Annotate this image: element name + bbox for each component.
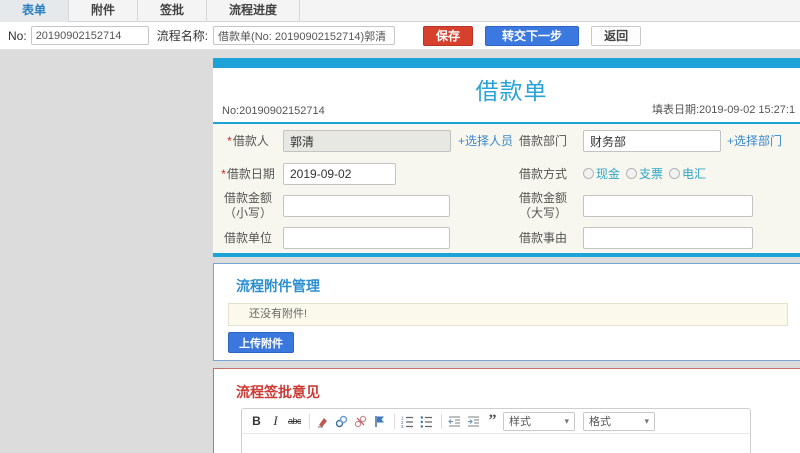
toolbar-separator xyxy=(441,413,442,429)
required-marker: * xyxy=(221,167,226,181)
tab-approval[interactable]: 签批 xyxy=(138,0,208,22)
anchor-flag-icon[interactable] xyxy=(371,413,388,430)
divider xyxy=(213,253,800,257)
department-label: 借款部门 xyxy=(518,134,567,148)
form-number-text: No:20190902152714 xyxy=(222,105,325,117)
tab-process-progress[interactable]: 流程进度 xyxy=(207,0,301,22)
indent-icon[interactable] xyxy=(465,413,482,430)
link-icon[interactable] xyxy=(333,413,350,430)
amount-uppercase-label: 借款金额（大写） xyxy=(518,191,567,220)
borrower-input[interactable] xyxy=(283,130,451,152)
no-attachments-notice: 还没有附件! xyxy=(228,303,788,326)
toolbar-row: No: 流程名称: 保存 转交下一步 返回 xyxy=(0,22,800,50)
save-button[interactable]: 保存 xyxy=(423,25,474,46)
blockquote-icon[interactable]: ” xyxy=(484,413,501,430)
required-marker: * xyxy=(227,134,232,148)
amount-lowercase-input[interactable] xyxy=(283,195,450,217)
unlink-icon[interactable] xyxy=(352,413,369,430)
radio-icon[interactable] xyxy=(669,168,681,179)
loan-reason-input[interactable] xyxy=(583,227,753,249)
no-label: No: xyxy=(8,28,27,43)
radio-icon[interactable] xyxy=(583,168,594,179)
attachments-section-title: 流程附件管理 xyxy=(236,278,320,294)
back-button[interactable]: 返回 xyxy=(591,25,642,46)
numbered-list-icon[interactable]: 123 xyxy=(399,413,416,430)
loan-date-input[interactable] xyxy=(283,163,396,185)
loan-method-radio-group: 现金 支票 电汇 xyxy=(583,165,712,182)
rich-text-editor: B I abc 123 ” 样式 ▾ 格式 ▾ xyxy=(241,408,751,453)
radio-icon[interactable] xyxy=(626,168,638,179)
loan-date-label: *借款日期 xyxy=(221,167,275,181)
form-header: 借款单 No:20190902152714 填表日期:2019-09-02 15… xyxy=(213,68,800,122)
loan-method-label: 借款方式 xyxy=(518,167,567,181)
select-department-link[interactable]: +选择部门 xyxy=(727,130,782,152)
form-date-text: 填表日期:2019-09-02 15:27:1 xyxy=(652,104,796,116)
loan-unit-input[interactable] xyxy=(283,227,450,249)
italic-icon[interactable]: I xyxy=(267,413,284,430)
process-name-label: 流程名称: xyxy=(156,29,209,43)
borrower-label: *借款人 xyxy=(227,134,269,148)
radio-wire-transfer[interactable]: 电汇 xyxy=(669,165,706,182)
panel-top-bar xyxy=(213,58,800,68)
process-name-input[interactable] xyxy=(213,26,396,45)
approval-section-title: 流程签批意见 xyxy=(236,384,320,400)
format-dropdown[interactable]: 格式 ▾ xyxy=(583,411,655,431)
amount-lowercase-label: 借款金额（小写） xyxy=(223,191,272,220)
select-person-link[interactable]: +选择人员 xyxy=(458,130,513,152)
chevron-down-icon: ▾ xyxy=(644,415,649,426)
no-input[interactable] xyxy=(30,26,149,45)
style-dropdown[interactable]: 样式 ▾ xyxy=(503,411,575,431)
department-input[interactable] xyxy=(583,130,721,152)
radio-cash[interactable]: 现金 xyxy=(583,165,620,182)
form-fields-area: *借款人 +选择人员 借款部门 +选择部门 *借款日期 借款方式 现金 支票 电… xyxy=(213,124,800,253)
attachments-panel: 流程附件管理 还没有附件! 上传附件 xyxy=(213,263,800,361)
chevron-down-icon: ▾ xyxy=(564,415,569,426)
outdent-icon[interactable] xyxy=(446,413,463,430)
upload-attachment-button[interactable]: 上传附件 xyxy=(228,332,294,353)
amount-uppercase-input[interactable] xyxy=(583,195,753,217)
strikethrough-icon[interactable]: abc xyxy=(286,413,303,430)
remove-format-icon[interactable] xyxy=(314,413,331,430)
bold-icon[interactable]: B xyxy=(248,413,265,430)
tab-attachments[interactable]: 附件 xyxy=(69,0,139,22)
svg-text:3: 3 xyxy=(401,424,404,428)
loan-reason-label: 借款事由 xyxy=(518,231,567,245)
tab-form[interactable]: 表单 xyxy=(0,0,70,22)
editor-toolbar: B I abc 123 ” 样式 ▾ 格式 ▾ xyxy=(242,409,750,434)
toolbar-separator xyxy=(394,413,395,429)
tab-bar: 表单 附件 签批 流程进度 xyxy=(0,0,800,22)
editor-content-area[interactable] xyxy=(242,434,750,453)
loan-unit-label: 借款单位 xyxy=(223,231,272,245)
forward-next-step-button[interactable]: 转交下一步 xyxy=(485,25,580,46)
bulleted-list-icon[interactable] xyxy=(418,413,435,430)
toolbar-separator xyxy=(309,413,310,429)
radio-cheque[interactable]: 支票 xyxy=(626,165,663,182)
approval-panel: 流程签批意见 B I abc 123 ” 样式 ▾ 格式 ▾ xyxy=(213,368,800,453)
